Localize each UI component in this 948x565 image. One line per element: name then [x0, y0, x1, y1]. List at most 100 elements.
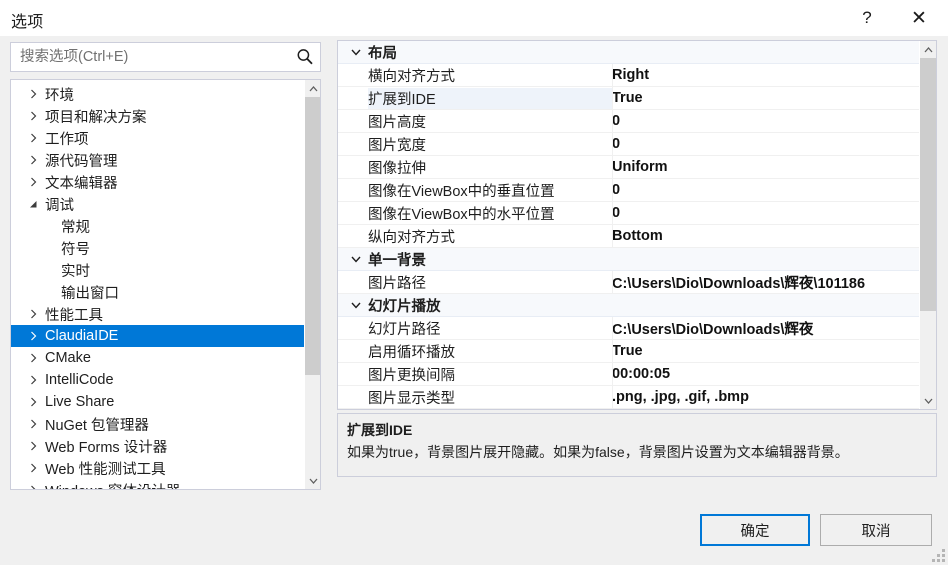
description-panel: 扩展到IDE 如果为true，背景图片展开隐藏。如果为false，背景图片设置为… — [337, 413, 937, 477]
property-row[interactable]: 图片高度 0 — [338, 110, 921, 133]
sidebar-item-14[interactable]: Live Share — [11, 391, 304, 413]
property-row[interactable]: 图片显示类型 .png, .jpg, .gif, .bmp — [338, 386, 921, 409]
sidebar-item-1[interactable]: 项目和解决方案 — [11, 105, 304, 127]
sidebar-item-10[interactable]: 性能工具 — [11, 303, 304, 325]
property-row[interactable]: 启用循环播放 True — [338, 340, 921, 363]
property-value[interactable]: 0 — [612, 182, 921, 198]
property-name: 图片路径 — [368, 275, 426, 292]
property-row[interactable]: 扩展到IDE True — [338, 87, 921, 110]
grid-scroll-up-button[interactable] — [920, 41, 936, 58]
property-category-row[interactable]: 布局 — [338, 41, 921, 64]
property-value[interactable]: 0 — [612, 205, 921, 221]
property-value[interactable]: 00:00:05 — [612, 366, 921, 382]
column-divider — [612, 271, 613, 294]
chevron-right-icon[interactable] — [25, 105, 41, 127]
chevron-right-icon[interactable] — [25, 479, 41, 489]
column-divider — [612, 110, 613, 133]
tree-item-label: Live Share — [45, 394, 115, 410]
tree-item-label: 文本编辑器 — [45, 175, 118, 192]
property-row[interactable]: 图像在ViewBox中的垂直位置 0 — [338, 179, 921, 202]
options-tree-panel: 环境 项目和解决方案 工作项 源代码管理文本编辑器 调试 常规 符号 实时输出窗口 性能工具 Cl… — [10, 79, 321, 490]
property-row[interactable]: 图像在ViewBox中的水平位置 0 — [338, 202, 921, 225]
chevron-down-icon[interactable] — [25, 193, 41, 215]
options-dialog: 选项 ? ✕ 环境项目和解决方案工作项源代码管理文本编辑器调试常规符号实时输出窗… — [0, 0, 948, 565]
property-row[interactable]: 图像拉伸 Uniform — [338, 156, 921, 179]
sidebar-item-18[interactable]: Windows 窗体设计器 — [11, 479, 304, 490]
tree-scroll-up-button[interactable] — [305, 80, 320, 97]
chevron-right-icon[interactable] — [25, 347, 41, 369]
property-category-row[interactable]: 幻灯片播放 — [338, 294, 921, 317]
property-value[interactable]: Uniform — [612, 159, 921, 175]
sidebar-item-7[interactable]: 符号 — [11, 237, 304, 259]
tree-scrollbar[interactable] — [304, 80, 320, 489]
options-tree: 环境 项目和解决方案 工作项 源代码管理文本编辑器 调试 常规 符号 实时输出窗口 性能工具 Cl… — [11, 80, 304, 490]
chevron-right-icon[interactable] — [25, 369, 41, 391]
close-button[interactable]: ✕ — [896, 0, 942, 36]
search-box[interactable] — [10, 42, 321, 72]
property-name: 扩展到IDE — [368, 87, 612, 109]
sidebar-item-12[interactable]: CMake — [11, 347, 304, 369]
tree-item-label: 环境 — [45, 87, 74, 104]
search-input[interactable] — [18, 43, 290, 71]
description-text: 如果为true，背景图片展开隐藏。如果为false，背景图片设置为文本编辑器背景… — [347, 444, 849, 460]
property-value[interactable]: True — [612, 343, 921, 359]
sidebar-item-15[interactable]: NuGet 包管理器 — [11, 413, 304, 435]
chevron-down-icon[interactable] — [348, 294, 364, 317]
property-row[interactable]: 图片更换间隔 00:00:05 — [338, 363, 921, 386]
property-value[interactable]: Right — [612, 67, 921, 83]
sidebar-item-13[interactable]: IntelliCode — [11, 369, 304, 391]
property-value[interactable]: C:\Users\Dio\Downloads\辉夜 — [612, 318, 921, 339]
tree-item-label: Windows 窗体设计器 — [45, 480, 180, 490]
chevron-right-icon[interactable] — [25, 413, 41, 435]
tree-scroll-down-button[interactable] — [305, 472, 320, 489]
property-row[interactable]: 纵向对齐方式 Bottom — [338, 225, 921, 248]
cancel-button[interactable]: 取消 — [820, 514, 932, 546]
property-value[interactable]: Bottom — [612, 228, 921, 244]
sidebar-item-16[interactable]: Web Forms 设计器 — [11, 435, 304, 457]
chevron-right-icon[interactable] — [25, 325, 41, 347]
resize-grip[interactable] — [932, 549, 945, 562]
grid-scroll-down-button[interactable] — [920, 392, 936, 409]
sidebar-item-0[interactable]: 环境 — [11, 83, 304, 105]
chevron-right-icon[interactable] — [25, 435, 41, 457]
chevron-right-icon[interactable] — [25, 127, 41, 149]
property-row[interactable]: 图片路径 C:\Users\Dio\Downloads\辉夜\101186 — [338, 271, 921, 294]
sidebar-item-5[interactable]: 调试 — [11, 193, 304, 215]
property-value[interactable]: .png, .jpg, .gif, .bmp — [612, 389, 921, 405]
grid-scroll-thumb[interactable] — [920, 58, 936, 311]
property-row[interactable]: 幻灯片路径 C:\Users\Dio\Downloads\辉夜 — [338, 317, 921, 340]
help-button[interactable]: ? — [844, 0, 890, 36]
ok-button[interactable]: 确定 — [700, 514, 810, 546]
column-divider — [612, 64, 613, 87]
column-divider — [612, 225, 613, 248]
sidebar-item-2[interactable]: 工作项 — [11, 127, 304, 149]
property-grid-scrollbar[interactable] — [919, 41, 936, 409]
property-grid: 布局 横向对齐方式 Right 扩展到IDE True 图片高度 0 图片宽度 0 图像拉伸 Uni… — [338, 41, 921, 409]
sidebar-item-3[interactable]: 源代码管理 — [11, 149, 304, 171]
sidebar-item-6[interactable]: 常规 — [11, 215, 304, 237]
tree-scroll-thumb[interactable] — [305, 97, 320, 375]
chevron-right-icon[interactable] — [25, 149, 41, 171]
tree-item-label: Web 性能测试工具 — [45, 461, 166, 478]
property-value[interactable]: C:\Users\Dio\Downloads\辉夜\101186 — [612, 272, 921, 293]
chevron-right-icon[interactable] — [25, 391, 41, 413]
property-value[interactable]: 0 — [612, 136, 921, 152]
property-value[interactable]: 0 — [612, 113, 921, 129]
chevron-down-icon[interactable] — [348, 41, 364, 64]
sidebar-item-11[interactable]: ClaudiaIDE — [11, 325, 304, 347]
sidebar-item-9[interactable]: 输出窗口 — [11, 281, 304, 303]
chevron-right-icon[interactable] — [25, 457, 41, 479]
chevron-right-icon[interactable] — [25, 171, 41, 193]
sidebar-item-17[interactable]: Web 性能测试工具 — [11, 457, 304, 479]
chevron-right-icon[interactable] — [25, 303, 41, 325]
sidebar-item-4[interactable]: 文本编辑器 — [11, 171, 304, 193]
property-value[interactable]: True — [612, 90, 921, 106]
property-row[interactable]: 图片宽度 0 — [338, 133, 921, 156]
tree-item-label: 输出窗口 — [61, 285, 119, 302]
property-row[interactable]: 横向对齐方式 Right — [338, 64, 921, 87]
chevron-right-icon[interactable] — [25, 83, 41, 105]
sidebar-item-8[interactable]: 实时 — [11, 259, 304, 281]
tree-item-label: NuGet 包管理器 — [45, 417, 149, 434]
chevron-down-icon[interactable] — [348, 248, 364, 271]
property-category-row[interactable]: 单一背景 — [338, 248, 921, 271]
